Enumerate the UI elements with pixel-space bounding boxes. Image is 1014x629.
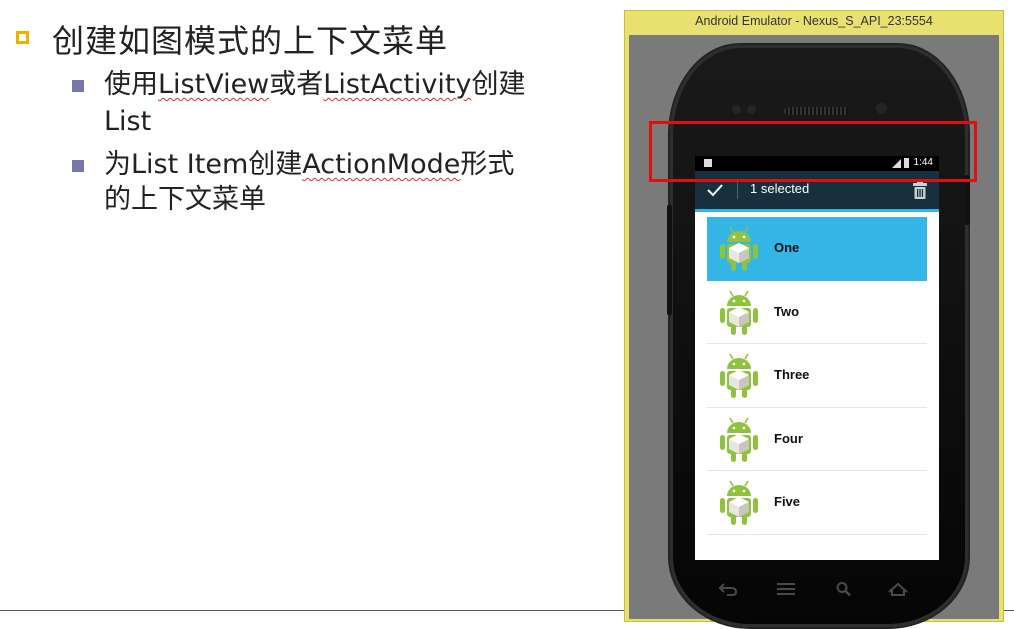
bottom-rule	[0, 610, 626, 611]
bullet-1-text-pre: 使用	[104, 69, 158, 100]
item-list: One Two Three Four Five	[707, 217, 927, 555]
bullet-1-line-1: 使用ListView或者ListActivity创建	[104, 69, 525, 101]
slide-title: 创建如图模式的上下文菜单	[52, 22, 449, 60]
bullet-1-listview: ListView	[158, 69, 270, 100]
sensor-icon-2	[747, 105, 756, 114]
list-item-label: Five	[774, 494, 801, 509]
home-icon[interactable]	[887, 580, 909, 598]
list-item-label: Two	[774, 303, 800, 319]
bullet-2-text-pre: 为	[104, 149, 131, 180]
menu-icon[interactable]	[775, 580, 797, 598]
trash-icon[interactable]	[913, 181, 927, 199]
bullet-1-line-2: List	[104, 106, 152, 137]
action-bar-divider	[737, 181, 738, 199]
android-robot-icon	[720, 480, 758, 525]
android-robot-icon	[720, 290, 758, 335]
bullet-1-text-mid: 或者	[269, 69, 324, 100]
sensor-icon	[732, 105, 741, 114]
action-mode-title: 1 selected	[750, 181, 810, 196]
back-icon[interactable]	[717, 580, 739, 598]
bullet-2-line-1: 为List Item创建ActionMode形式	[104, 149, 514, 181]
bullet-1-text-post: 创建	[471, 69, 526, 100]
speaker-grille	[784, 107, 848, 115]
highlight-box	[649, 121, 977, 182]
emulator-title: Android Emulator - Nexus_S_API_23:5554	[695, 14, 933, 28]
phone-screen[interactable]: 1:44 1 selected One Two Three Four Five	[695, 156, 939, 560]
bullet-2-line-2: 的上下文菜单	[104, 184, 266, 215]
power-button[interactable]	[965, 175, 970, 225]
front-camera-icon	[876, 103, 887, 114]
list-item[interactable]: One	[707, 217, 927, 281]
check-icon[interactable]	[705, 180, 725, 200]
list-item-label: One	[774, 240, 800, 255]
list-item[interactable]: Three	[707, 344, 927, 408]
list-item[interactable]: Four	[707, 408, 927, 471]
bullet-2-list-item: List Item	[131, 149, 249, 180]
bullet-1-listactivity: ListActivity	[323, 69, 472, 100]
android-robot-icon	[720, 417, 758, 462]
list-item[interactable]: Five	[707, 471, 927, 535]
sub-bullet-2	[72, 160, 84, 172]
bullet-2-actionmode: ActionMode	[302, 149, 461, 180]
android-robot-icon	[720, 226, 758, 271]
bullet-2-text-mid: 创建	[248, 149, 303, 180]
list-item-label: Four	[774, 430, 803, 446]
volume-button[interactable]	[667, 205, 672, 315]
list-item-label: Three	[774, 367, 810, 382]
bullet-2-text-post: 形式	[460, 149, 515, 180]
list-item[interactable]: Two	[707, 281, 927, 344]
navigation-bar	[695, 560, 939, 620]
search-icon[interactable]	[833, 580, 855, 598]
emulator-window[interactable]: Android Emulator - Nexus_S_API_23:5554 1…	[624, 10, 1004, 627]
android-robot-icon	[720, 353, 758, 398]
title-bullet	[16, 31, 29, 44]
list-item-partial	[707, 535, 927, 555]
sub-bullet-1	[72, 80, 84, 92]
